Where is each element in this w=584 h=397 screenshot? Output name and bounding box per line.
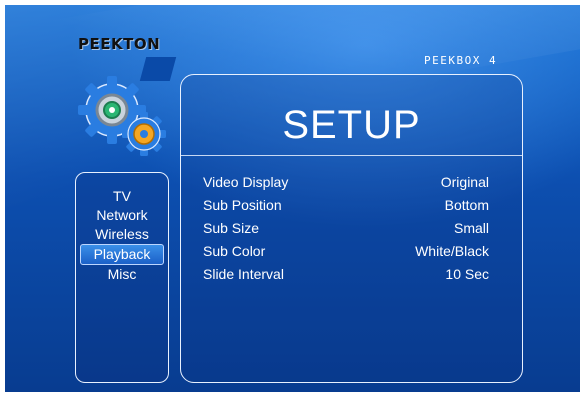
settings-list: Video Display Original Sub Position Bott… [203,173,489,288]
setting-row-video-display[interactable]: Video Display Original [203,173,489,196]
setting-value: White/Black [415,243,489,259]
setting-label: Slide Interval [203,266,284,282]
setting-label: Sub Size [203,220,260,236]
setting-row-sub-position[interactable]: Sub Position Bottom [203,196,489,219]
category-label: Misc [107,266,137,282]
setting-value: Small [453,220,489,236]
category-menu: TV Network Wireless Playback Misc [76,187,168,284]
settings-gears-icon [78,76,166,156]
category-label: Wireless [95,226,149,242]
tv-screen: PEEKTON PEEKBOX 4 TV Network Wireless Pl… [5,5,580,392]
setting-row-sub-size[interactable]: Sub Size Small [203,219,489,242]
setting-row-sub-color[interactable]: Sub Color White/Black [203,242,489,265]
category-item-misc[interactable]: Misc [76,265,168,284]
setting-value: Bottom [444,197,489,213]
setting-label: Video Display [203,174,289,190]
title-divider [181,155,522,156]
category-item-wireless[interactable]: Wireless [76,225,168,244]
setting-label: Sub Color [203,243,266,259]
category-label: TV [113,188,131,204]
setting-value: Original [440,174,489,190]
category-label: Playback [93,246,151,262]
category-label: Network [96,207,148,223]
brand-logo: PEEKTON [78,35,161,53]
setting-row-slide-interval[interactable]: Slide Interval 10 Sec [203,265,489,288]
category-item-network[interactable]: Network [76,206,168,225]
category-item-tv[interactable]: TV [76,187,168,206]
setting-value: 10 Sec [445,266,489,282]
category-menu-panel: TV Network Wireless Playback Misc [75,172,169,383]
page-title: SETUP [282,103,421,147]
category-item-playback[interactable]: Playback [80,244,164,265]
setting-label: Sub Position [203,197,282,213]
model-name: PEEKBOX 4 [424,54,498,67]
setup-panel: SETUP Video Display Original Sub Positio… [180,74,523,383]
